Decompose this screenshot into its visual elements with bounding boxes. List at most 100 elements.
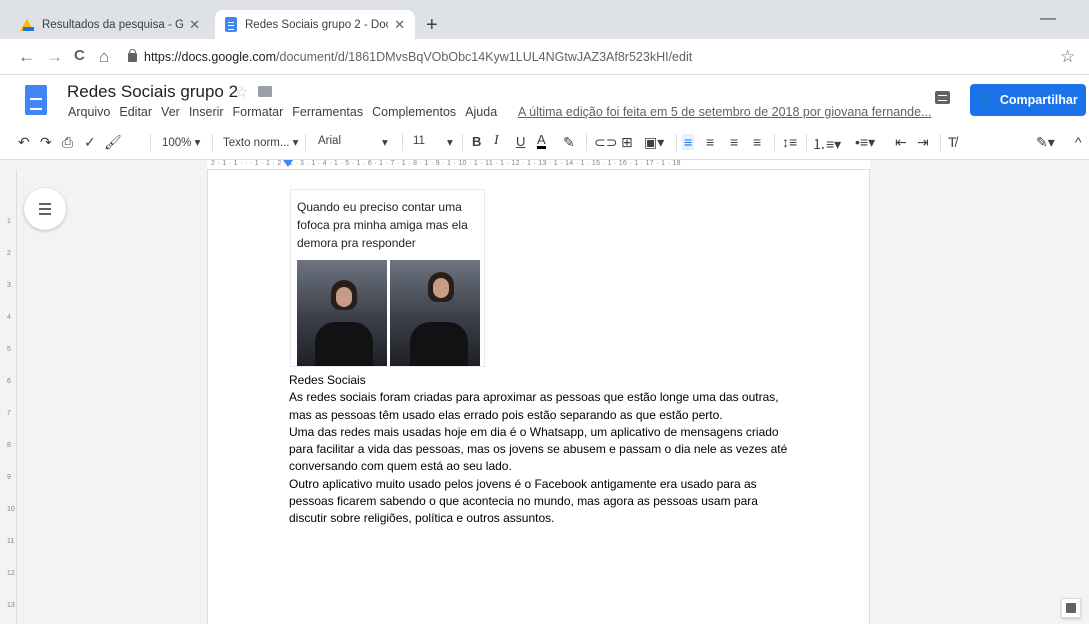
ruler-marks: 2 · 1 · 1 · · · 1 · 1 · 2 · 1 · 3 · 1 · … [211, 160, 681, 167]
align-center-icon[interactable]: ≡ [706, 134, 714, 150]
italic-button[interactable]: I [494, 133, 499, 149]
meme-photo-right [390, 260, 480, 366]
close-tab-icon[interactable]: ✕ [189, 17, 200, 33]
menu-bar: Arquivo Editar Ver Inserir Formatar Ferr… [68, 105, 497, 119]
indent-marker-icon[interactable] [283, 160, 293, 167]
vruler-mark: 3 [7, 282, 11, 289]
tab-title: Redes Sociais grupo 2 - Documen [245, 18, 388, 31]
comments-icon[interactable] [935, 91, 950, 104]
home-icon[interactable]: ⌂ [99, 47, 109, 67]
docs-header: Redes Sociais grupo 2 ☆ Arquivo Editar V… [0, 75, 1089, 125]
document-heading: Redes Sociais [289, 373, 366, 387]
meme-photos [297, 260, 480, 366]
vruler-mark: 6 [7, 378, 11, 385]
url-host: https://docs.google.com [144, 50, 277, 64]
align-right-icon[interactable]: ≡ [730, 134, 738, 150]
clear-formatting-icon[interactable]: T̸ [948, 134, 957, 150]
add-comment-icon[interactable]: ⊞ [621, 134, 633, 151]
paragraph: As redes sociais foram criadas para apro… [289, 390, 779, 422]
vruler-mark: 5 [7, 346, 11, 353]
paint-format-icon[interactable]: 🖌 [104, 134, 122, 151]
vertical-ruler: 1 2 3 4 5 6 7 8 9 10 11 12 13 [5, 170, 17, 624]
increase-indent-icon[interactable]: ⇥ [917, 134, 929, 151]
forward-button[interactable]: → [46, 47, 63, 67]
browser-tab-strip: Resultados da pesquisa - Google ✕ Redes … [0, 0, 1089, 39]
tab-google-docs[interactable]: Redes Sociais grupo 2 - Documen ✕ [215, 10, 415, 39]
vruler-mark: 9 [7, 474, 11, 481]
bulleted-list-icon[interactable]: •≡▾ [855, 134, 875, 151]
share-label: Compartilhar [999, 93, 1078, 107]
paragraph: Outro aplicativo muito usado pelos joven… [289, 476, 758, 526]
numbered-list-icon[interactable]: ⒈≡▾ [812, 134, 841, 154]
reload-icon[interactable]: C [74, 47, 85, 64]
menu-ver[interactable]: Ver [161, 105, 180, 119]
address-bar: ← → C ⌂ https://docs.google.com/document… [0, 39, 1089, 75]
zoom-select[interactable]: 100% ▾ [162, 135, 200, 149]
font-size-select[interactable]: 11 ▾ [413, 135, 463, 149]
formatting-toolbar: ↶ ↷ ⎙ ✓ 🖌 100% ▾ Texto norm... ▾ Arial ▾ … [0, 125, 1089, 160]
vruler-mark: 11 [7, 538, 15, 545]
line-spacing-icon[interactable]: ↕≡ [782, 134, 797, 150]
document-body[interactable]: Redes Sociais As redes sociais foram cri… [289, 372, 799, 528]
decrease-indent-icon[interactable]: ⇤ [895, 134, 907, 151]
horizontal-ruler[interactable]: 2 · 1 · 1 · · · 1 · 1 · 2 · 1 · 3 · 1 · … [207, 160, 870, 170]
meme-photo-left [297, 260, 387, 366]
minimize-window-button[interactable]: — [1040, 10, 1056, 28]
tab-google-search[interactable]: Resultados da pesquisa - Google ✕ [10, 10, 210, 39]
folder-icon[interactable] [258, 86, 272, 97]
menu-ajuda[interactable]: Ajuda [465, 105, 497, 119]
menu-complementos[interactable]: Complementos [372, 105, 456, 119]
align-justify-icon[interactable]: ≡ [753, 134, 761, 150]
collapse-menu-icon[interactable]: ^ [1075, 134, 1082, 150]
menu-arquivo[interactable]: Arquivo [68, 105, 110, 119]
meme-caption: Quando eu preciso contar uma fofoca pra … [297, 200, 468, 250]
align-left-icon[interactable]: ≡ [682, 134, 695, 150]
vruler-mark: 7 [7, 410, 11, 417]
editing-mode-icon[interactable]: ✎▾ [1036, 134, 1055, 151]
vruler-mark: 4 [7, 314, 11, 321]
back-button[interactable]: ← [18, 47, 35, 67]
vruler-mark: 12 [7, 570, 15, 577]
style-select[interactable]: Texto norm... ▾ [223, 135, 298, 149]
last-edit-link[interactable]: A última edição foi feita em 5 de setemb… [518, 105, 931, 119]
insert-image-icon[interactable]: ▣▾ [644, 134, 664, 151]
close-tab-icon[interactable]: ✕ [394, 17, 405, 33]
lock-icon [128, 48, 137, 62]
drive-favicon-icon [20, 18, 34, 31]
text-color-button[interactable]: A [537, 133, 546, 149]
person-icon: 👤 [978, 92, 994, 107]
bold-button[interactable]: B [472, 134, 481, 149]
vruler-mark: 8 [7, 442, 11, 449]
link-icon[interactable]: ⊂⊃ [594, 134, 617, 151]
document-page[interactable]: Quando eu preciso contar uma fofoca pra … [207, 170, 870, 624]
docs-logo-icon[interactable] [25, 85, 47, 115]
star-icon[interactable]: ☆ [235, 83, 248, 101]
vruler-mark: 10 [7, 506, 15, 513]
highlight-icon[interactable]: ✎ [563, 134, 575, 151]
undo-icon[interactable]: ↶ [18, 134, 30, 151]
document-outline-button[interactable] [24, 188, 66, 230]
menu-formatar[interactable]: Formatar [233, 105, 284, 119]
bookmark-star-icon[interactable]: ☆ [1060, 47, 1075, 67]
new-tab-button[interactable]: + [426, 14, 438, 37]
menu-ferramentas[interactable]: Ferramentas [292, 105, 363, 119]
url-path: /document/d/1861DMvsBqVObObc14Kyw1LUL4NG… [276, 50, 693, 64]
menu-inserir[interactable]: Inserir [189, 105, 224, 119]
print-icon[interactable]: ⎙ [62, 134, 73, 151]
explore-button[interactable] [1061, 598, 1081, 618]
font-select[interactable]: Arial ▾ [318, 135, 398, 149]
meme-image[interactable]: Quando eu preciso contar uma fofoca pra … [290, 189, 485, 367]
share-button[interactable]: 👤 Compartilhar [970, 84, 1086, 116]
redo-icon[interactable]: ↷ [40, 134, 52, 151]
underline-button[interactable]: U [516, 134, 525, 149]
docs-favicon-icon [225, 17, 237, 32]
vruler-mark: 1 [7, 218, 11, 225]
menu-editar[interactable]: Editar [119, 105, 152, 119]
document-title[interactable]: Redes Sociais grupo 2 [67, 82, 238, 102]
vruler-mark: 2 [7, 250, 11, 257]
tab-title: Resultados da pesquisa - Google [42, 18, 184, 31]
spellcheck-icon[interactable]: ✓ [84, 134, 96, 151]
paragraph: Uma das redes mais usadas hoje em dia é … [289, 424, 788, 474]
url-input[interactable]: https://docs.google.com/document/d/1861D… [128, 44, 1028, 70]
vruler-mark: 13 [7, 602, 15, 609]
